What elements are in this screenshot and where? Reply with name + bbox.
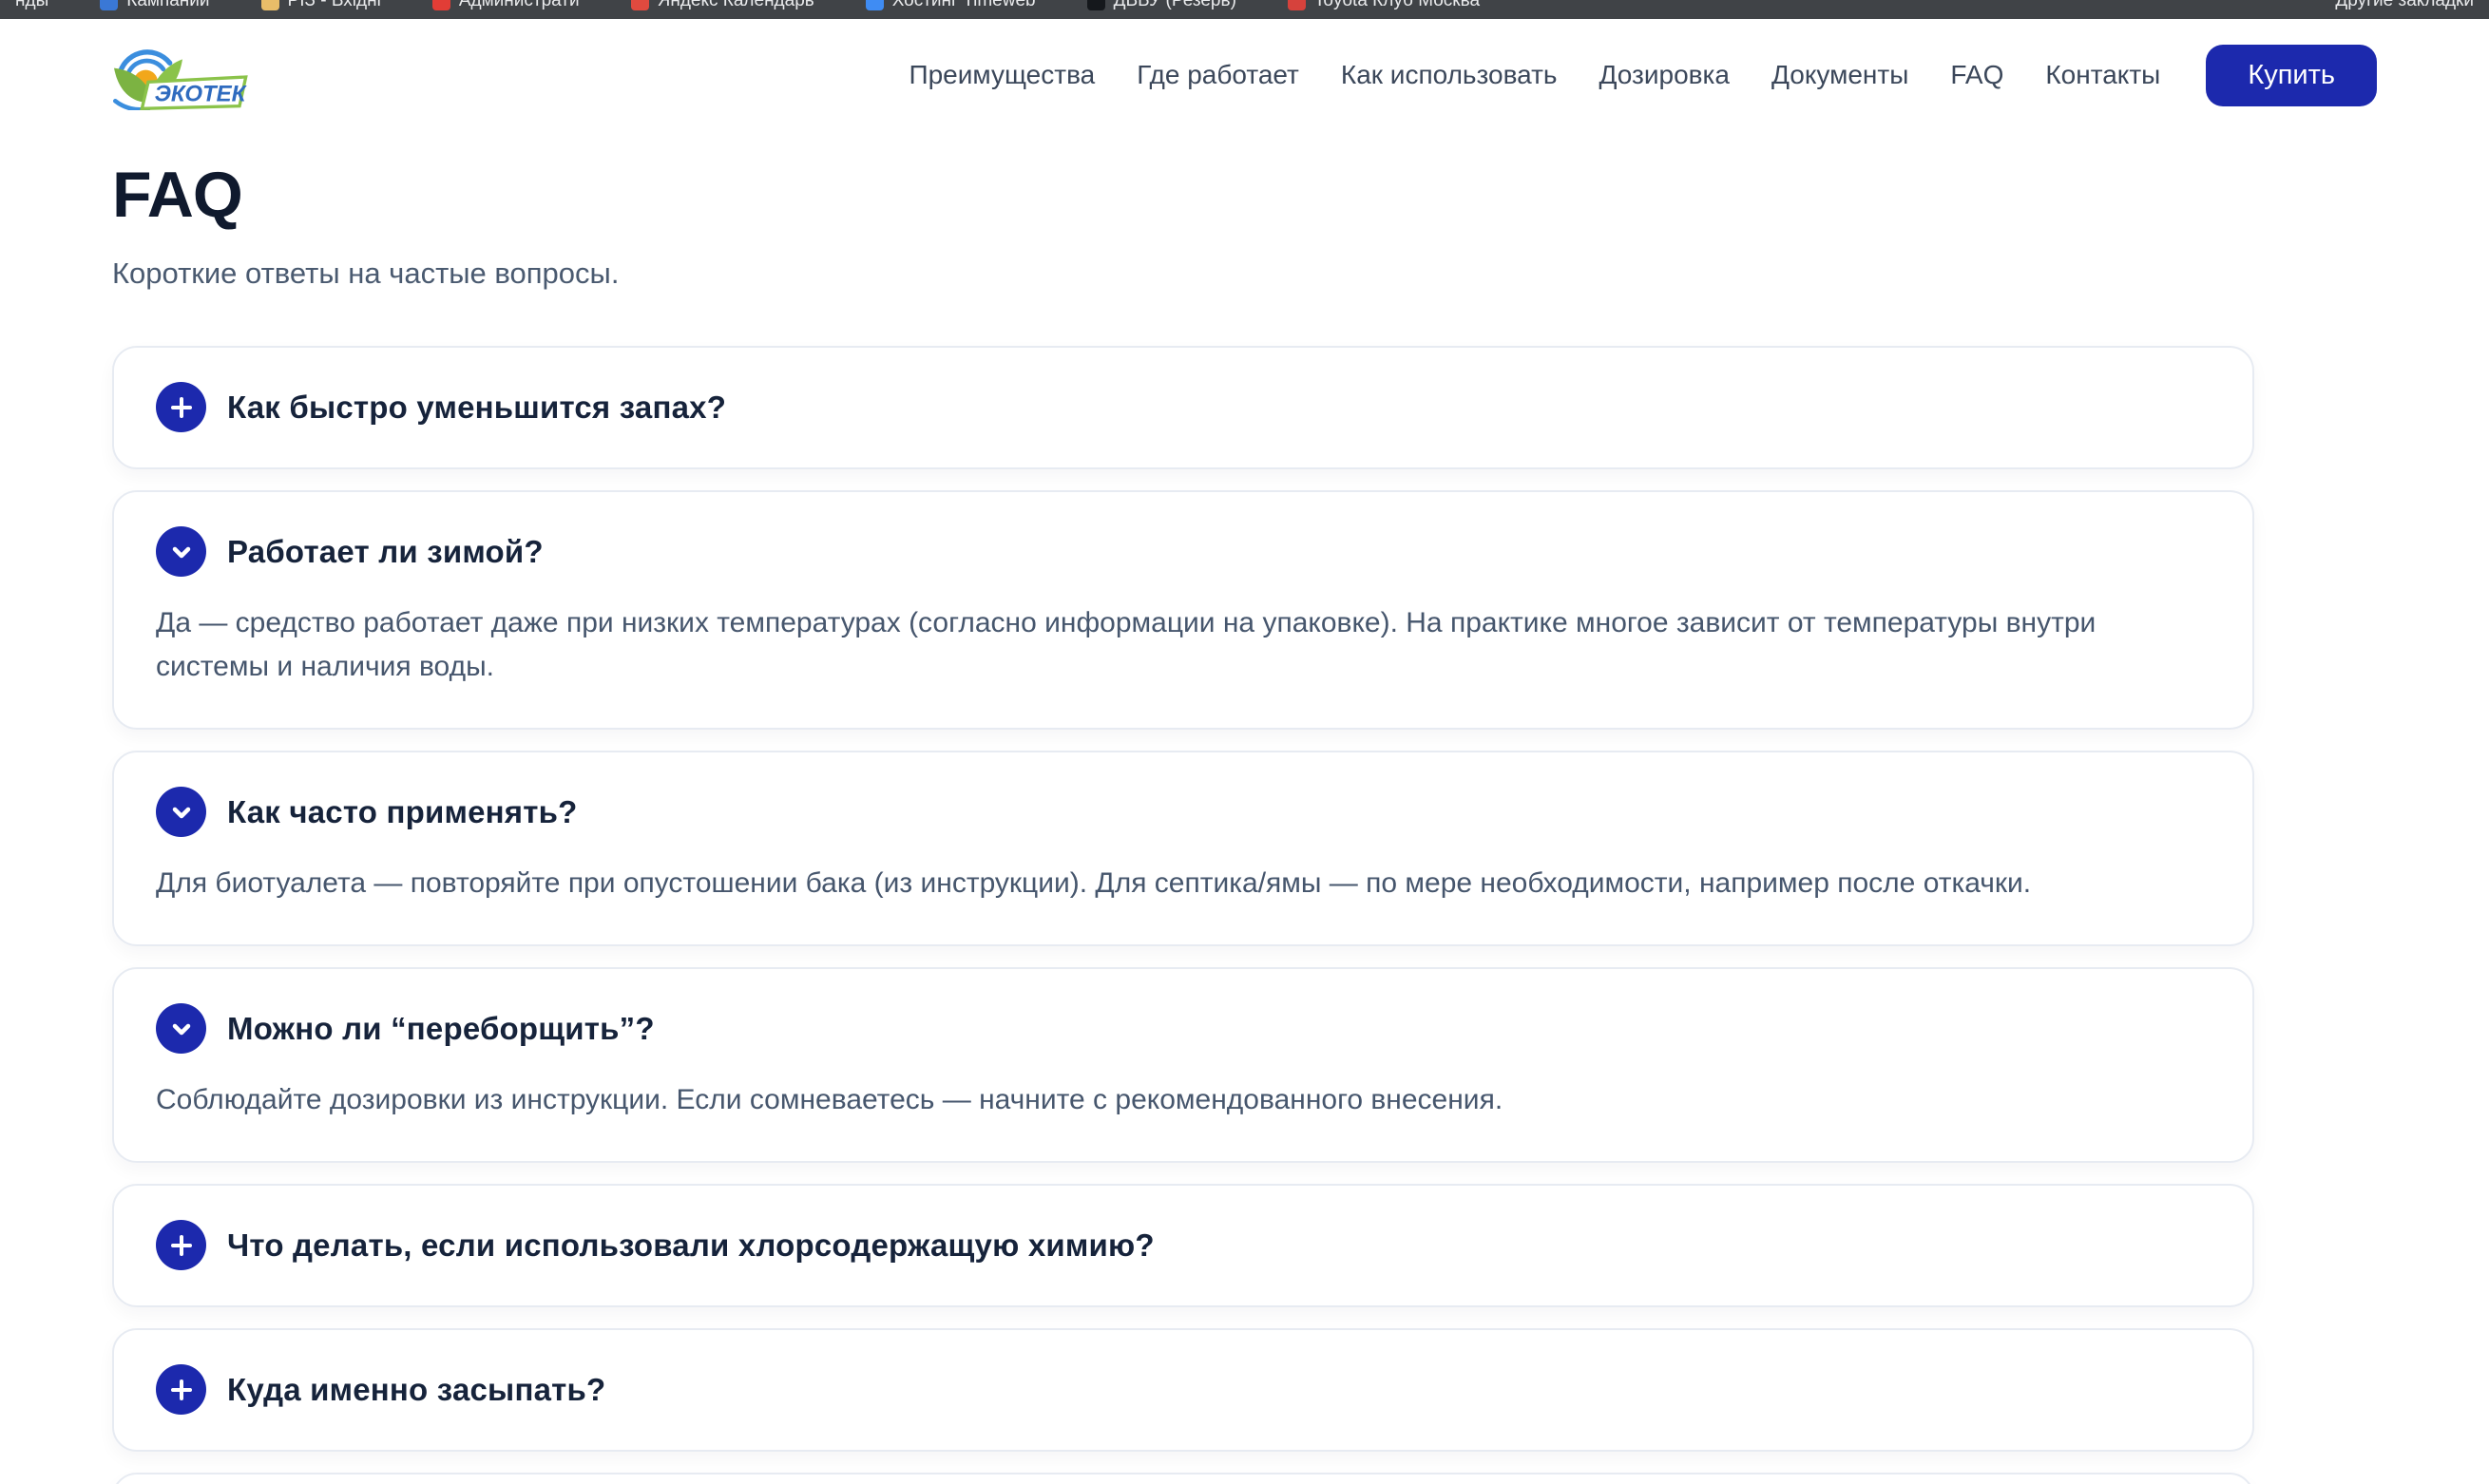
- plus-icon[interactable]: [156, 382, 206, 432]
- nav-link[interactable]: FAQ: [1950, 60, 2003, 90]
- faq-item[interactable]: Работает ли зимой? Да — средство работает…: [112, 490, 2254, 730]
- faq-question: Работает ли зимой?: [227, 534, 544, 570]
- site-header: ЭКОТЕК Преимущества Где работает Как испол…: [0, 19, 2489, 131]
- ecotek-logo-text: ЭКОТЕК: [155, 81, 248, 106]
- bookmark-label: РІЗ - Вхідні: [288, 0, 381, 11]
- buy-button[interactable]: Купить: [2206, 45, 2377, 106]
- bookmark-label: Хостинг Timeweb: [892, 0, 1036, 11]
- timeweb-icon: [866, 0, 884, 10]
- main-nav: Преимущества Где работает Как использовать…: [909, 60, 2160, 90]
- bookmarks-bar: нды Кампании РІЗ - Вхідні Администрати Яндек…: [0, 0, 2489, 19]
- bookmark-item[interactable]: Toyota Клуб Москва: [1288, 0, 1480, 11]
- nav-link[interactable]: Дозировка: [1599, 60, 1730, 90]
- red-square-icon: [1288, 0, 1306, 10]
- faq-item[interactable]: Можно ли “переборщить”? Соблюдайте дозиро…: [112, 967, 2254, 1163]
- bookmark-item[interactable]: нды: [15, 0, 48, 11]
- bookmark-label: нды: [15, 0, 48, 11]
- bookmark-item[interactable]: Яндекс Календарь: [631, 0, 814, 11]
- calendar-icon: [631, 0, 649, 10]
- bookmark-label: Кампании: [126, 0, 209, 11]
- faq-question: Как часто применять?: [227, 794, 577, 830]
- faq-item[interactable]: Как быстро уменьшится запах?: [112, 346, 2254, 469]
- faq-question-row[interactable]: Работает ли зимой?: [156, 526, 2211, 577]
- faq-answer: Для биотуалета — повторяйте при опустоше…: [156, 862, 2209, 909]
- faq-answer: Соблюдайте дозировки из инструкции. Если…: [156, 1078, 2209, 1126]
- faq-answer: Да — средство работает даже при низких т…: [156, 601, 2209, 693]
- faq-question: Что делать, если использовали хлорсодерж…: [227, 1227, 1155, 1264]
- chevron-down-icon[interactable]: [156, 526, 206, 577]
- faq-question: Как быстро уменьшится запах?: [227, 390, 726, 426]
- faq-item[interactable]: Куда именно засыпать?: [112, 1328, 2254, 1452]
- bookmark-label: Администрати: [459, 0, 580, 11]
- youtube-icon: [432, 0, 450, 10]
- black-square-icon: [1087, 0, 1105, 10]
- faq-question-row[interactable]: Можно ли “переборщить”?: [156, 1003, 2211, 1054]
- page-title: FAQ: [112, 158, 2377, 232]
- chevron-down-icon[interactable]: [156, 787, 206, 837]
- bookmarks-row: нды Кампании РІЗ - Вхідні Администрати Яндек…: [0, 0, 2489, 11]
- bookmark-label: ДВБУ (Резерв): [1114, 0, 1236, 11]
- ecotek-logo-icon: ЭКОТЕК: [106, 40, 249, 110]
- nav-link[interactable]: Преимущества: [909, 60, 1095, 90]
- faq-item[interactable]: Что делать, если использовали хлорсодерж…: [112, 1184, 2254, 1307]
- plus-icon[interactable]: [156, 1220, 206, 1270]
- faq-item[interactable]: Подходит ли для выгребной бочки?: [112, 1473, 2254, 1484]
- other-bookmarks-button[interactable]: Другие закладки: [2335, 0, 2474, 11]
- faq-section: FAQ Короткие ответы на частые вопросы. К…: [0, 131, 2489, 1484]
- faq-item[interactable]: Как часто применять? Для биотуалета — пов…: [112, 751, 2254, 946]
- faq-question: Куда именно засыпать?: [227, 1372, 605, 1408]
- nav-link[interactable]: Контакты: [2045, 60, 2160, 90]
- nav-link[interactable]: Как использовать: [1341, 60, 1558, 90]
- plus-icon[interactable]: [156, 1364, 206, 1415]
- faq-question-row[interactable]: Как часто применять?: [156, 787, 2211, 837]
- bookmark-item[interactable]: РІЗ - Вхідні: [261, 0, 381, 11]
- bookmark-item[interactable]: Хостинг Timeweb: [866, 0, 1036, 11]
- faq-question-row[interactable]: Как быстро уменьшится запах?: [156, 382, 2211, 432]
- faq-question-row[interactable]: Куда именно засыпать?: [156, 1364, 2211, 1415]
- nav-link[interactable]: Где работает: [1137, 60, 1299, 90]
- chevron-down-icon[interactable]: [156, 1003, 206, 1054]
- shield-icon: [100, 0, 118, 10]
- bookmark-label: Toyota Клуб Москва: [1314, 0, 1480, 11]
- bookmark-item[interactable]: Кампании: [100, 0, 209, 11]
- faq-question: Можно ли “переборщить”?: [227, 1011, 655, 1047]
- faq-list: Как быстро уменьшится запах? Работает ли …: [112, 346, 2254, 1484]
- folder-icon: [261, 0, 279, 10]
- page-subtitle: Короткие ответы на частые вопросы.: [112, 257, 2377, 291]
- ecotek-logo[interactable]: ЭКОТЕК: [106, 40, 249, 110]
- bookmark-item[interactable]: Администрати: [432, 0, 580, 11]
- nav-link[interactable]: Документы: [1771, 60, 1908, 90]
- bookmark-label: Яндекс Календарь: [658, 0, 814, 11]
- faq-question-row[interactable]: Что делать, если использовали хлорсодерж…: [156, 1220, 2211, 1270]
- bookmark-item[interactable]: ДВБУ (Резерв): [1087, 0, 1236, 11]
